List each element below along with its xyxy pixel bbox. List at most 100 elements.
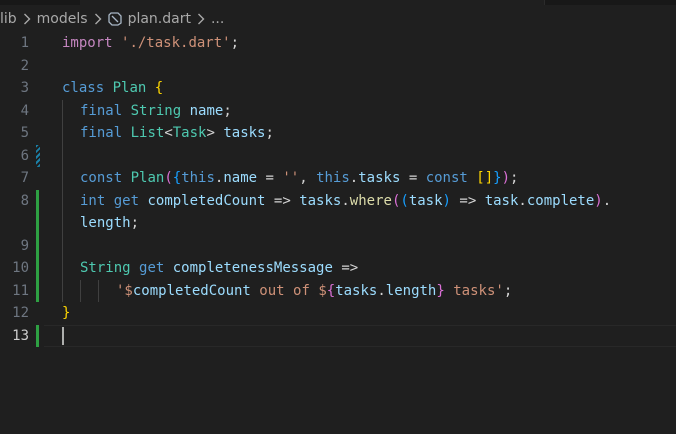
added-line-marker[interactable] bbox=[36, 324, 39, 347]
added-line-marker[interactable] bbox=[36, 234, 39, 257]
bracket-token: ) bbox=[594, 192, 603, 209]
punct-token: . bbox=[602, 192, 612, 209]
keyword-token: const bbox=[425, 170, 468, 186]
code-text[interactable]: import './task.dart'; bbox=[62, 32, 239, 55]
text-cursor bbox=[62, 326, 64, 345]
keyword-token: const bbox=[80, 170, 123, 186]
code-text[interactable]: '$completedCount out of ${tasks.length} … bbox=[116, 280, 512, 303]
string-token: './task.dart' bbox=[121, 35, 231, 51]
identifier-token: tasks bbox=[299, 192, 342, 209]
code-line-wrapped[interactable]: length; bbox=[0, 212, 676, 235]
code-line-current[interactable]: 13 bbox=[0, 324, 676, 347]
code-line[interactable]: 5 final List<Task> tasks; bbox=[0, 122, 676, 145]
punct-token: => bbox=[450, 192, 485, 209]
punct-token: => bbox=[332, 260, 359, 276]
active-tab-edge[interactable] bbox=[80, 0, 545, 5]
identifier-token: completedCount bbox=[132, 282, 251, 299]
code-text[interactable]: final List<Task> tasks; bbox=[80, 122, 274, 145]
function-token: where bbox=[349, 192, 392, 209]
string-token: out of bbox=[250, 282, 319, 299]
identifier-token: name bbox=[189, 102, 224, 119]
punct-token: . bbox=[341, 192, 350, 209]
code-text[interactable]: } bbox=[62, 302, 70, 325]
code-line[interactable]: 12 } bbox=[0, 302, 676, 325]
modified-line-marker[interactable] bbox=[36, 144, 40, 167]
keyword-token: get bbox=[139, 260, 165, 276]
breadcrumb-folder-lib[interactable]: lib bbox=[0, 11, 17, 27]
line-number: 6 bbox=[20, 147, 29, 164]
code-line[interactable]: 2 bbox=[0, 55, 676, 78]
vscode-editor-window: lib models plan.dart ... 1 import './tas… bbox=[0, 0, 676, 434]
punct-token: ; bbox=[510, 170, 519, 186]
code-line[interactable]: 3 class Plan { bbox=[0, 77, 676, 100]
line-number: 5 bbox=[20, 125, 29, 141]
punct-token: = bbox=[257, 170, 283, 186]
added-line-marker[interactable] bbox=[36, 257, 39, 280]
added-line-marker[interactable] bbox=[36, 189, 39, 212]
bracket-token: ( bbox=[164, 170, 173, 186]
code-line[interactable]: 4 final String name; bbox=[0, 99, 676, 123]
indent-guide bbox=[62, 279, 63, 302]
line-number: 10 bbox=[12, 260, 29, 276]
code-line[interactable]: 11 '$completedCount out of ${tasks.lengt… bbox=[0, 279, 676, 303]
line-number: 7 bbox=[20, 170, 29, 186]
code-line[interactable]: 8 int get completedCount => tasks.where(… bbox=[0, 189, 676, 213]
code-text[interactable]: String get completenessMessage => bbox=[80, 257, 358, 280]
type-token: Task bbox=[172, 125, 207, 141]
line-number: 9 bbox=[20, 237, 29, 254]
keyword-token: class bbox=[62, 80, 105, 96]
indent-guide bbox=[98, 279, 99, 302]
keyword-token: final bbox=[80, 125, 123, 141]
indent-guide bbox=[62, 144, 63, 167]
tab-strip bbox=[0, 0, 676, 5]
indent-guide bbox=[62, 257, 63, 280]
bracket-token: { bbox=[172, 170, 182, 186]
type-token: String bbox=[130, 102, 182, 119]
punct-token: > bbox=[206, 125, 215, 141]
indent-guide bbox=[80, 279, 81, 302]
punct-token: . bbox=[518, 192, 527, 209]
identifier-token: tasks bbox=[358, 170, 401, 186]
chevron-right-icon bbox=[94, 13, 102, 25]
identifier-token: length bbox=[385, 282, 437, 299]
code-line[interactable]: 6 bbox=[0, 144, 676, 167]
punct-token: => bbox=[265, 192, 300, 209]
punct-token: = bbox=[400, 170, 426, 186]
code-line[interactable]: 10 String get completenessMessage => bbox=[0, 257, 676, 280]
type-token: Plan bbox=[130, 170, 165, 186]
string-token: '$ bbox=[116, 282, 133, 299]
punct-token: ; bbox=[503, 282, 513, 299]
punct-token: ; bbox=[230, 35, 240, 51]
added-line-marker[interactable] bbox=[36, 279, 39, 302]
line-number: 8 bbox=[20, 192, 29, 209]
code-text[interactable]: final String name; bbox=[80, 100, 232, 123]
indent-guide bbox=[62, 189, 63, 212]
bracket-token: ) bbox=[442, 192, 451, 209]
code-text[interactable]: const Plan({this.name = '', this.tasks =… bbox=[80, 167, 518, 190]
chevron-right-icon bbox=[23, 13, 31, 25]
code-text[interactable]: length; bbox=[80, 212, 139, 235]
code-line[interactable]: 7 const Plan({this.name = '', this.tasks… bbox=[0, 167, 676, 190]
breadcrumb-folder-models[interactable]: models bbox=[37, 11, 88, 27]
code-text[interactable]: int get completedCount => tasks.where((t… bbox=[80, 190, 611, 213]
breadcrumb-more[interactable]: ... bbox=[211, 11, 224, 27]
identifier-token: task bbox=[408, 192, 443, 209]
indent-guide bbox=[62, 122, 63, 145]
punct-token: ; bbox=[265, 125, 274, 141]
line-number: 4 bbox=[20, 102, 29, 119]
code-text[interactable]: class Plan { bbox=[62, 77, 163, 100]
code-line[interactable]: 9 bbox=[0, 234, 676, 257]
indent-guide bbox=[62, 167, 63, 190]
keyword-token: this bbox=[316, 170, 350, 186]
breadcrumb-file[interactable]: plan.dart bbox=[128, 11, 191, 27]
type-token: List bbox=[130, 125, 165, 141]
bracket-token: ( bbox=[400, 192, 409, 209]
identifier-token: tasks bbox=[335, 282, 378, 299]
code-editor[interactable]: 1 import './task.dart'; 2 3 class Plan {… bbox=[0, 32, 676, 434]
punct-token: . bbox=[377, 282, 386, 299]
bracket-token: { bbox=[154, 80, 164, 96]
bracket-token: ) bbox=[501, 170, 511, 186]
code-line[interactable]: 1 import './task.dart'; bbox=[0, 32, 676, 55]
current-line-highlight bbox=[44, 324, 676, 347]
added-line-marker[interactable] bbox=[36, 212, 39, 235]
